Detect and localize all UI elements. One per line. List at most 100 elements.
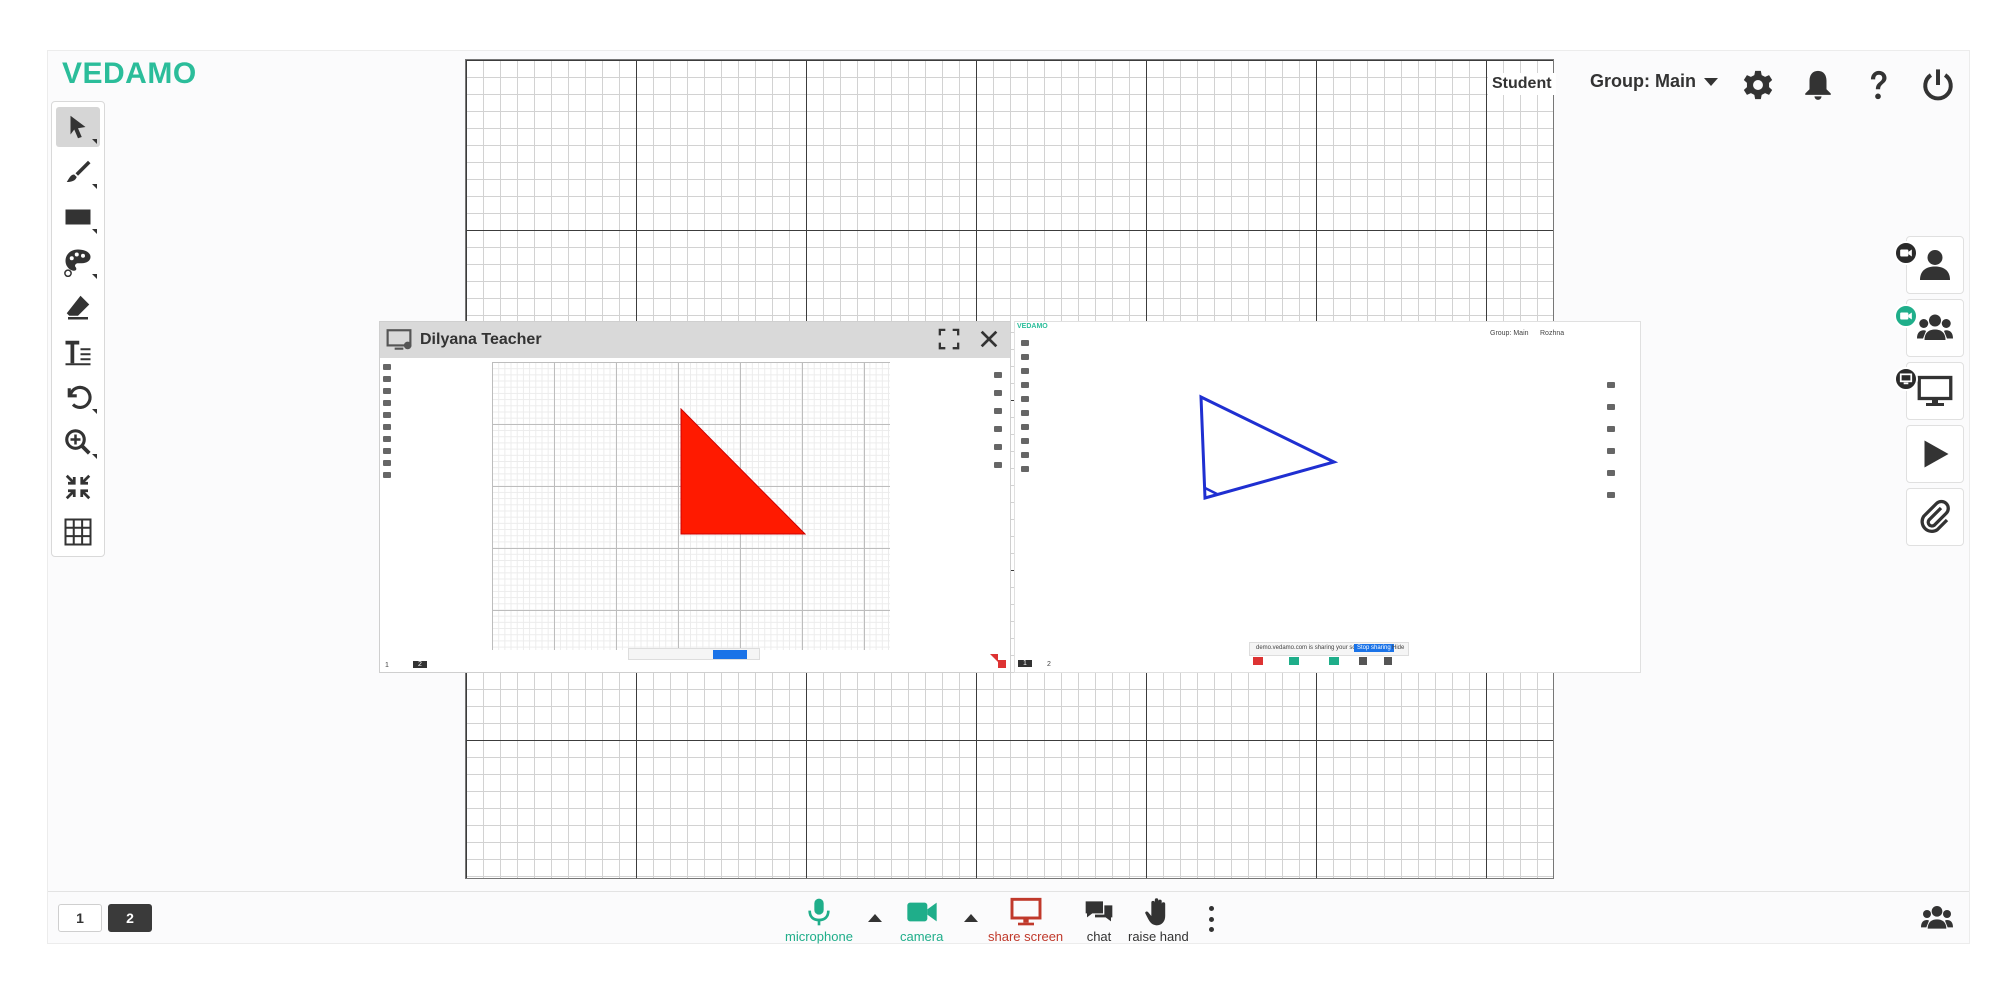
- help-button[interactable]: [1858, 65, 1898, 105]
- eraser-icon: [66, 295, 90, 320]
- mini-hide-button: Hide: [1392, 645, 1405, 651]
- gear-icon: [1743, 70, 1773, 100]
- red-triangle-shape: [680, 408, 806, 535]
- share-screen-label: share screen: [988, 929, 1064, 944]
- mini-sharing-bar-2: demo.vedamo.com is sharing your screen. …: [1249, 642, 1409, 656]
- undo-tool-button[interactable]: [56, 377, 100, 417]
- camera-label: camera: [900, 929, 944, 944]
- chat-button[interactable]: chat: [1080, 896, 1118, 944]
- monitor-icon: [1899, 373, 1913, 385]
- play-media-button[interactable]: [1906, 425, 1964, 483]
- notifications-button[interactable]: [1798, 65, 1838, 105]
- mini-stop-sharing-button: Stop sharing: [1354, 644, 1394, 652]
- users-icon: [1921, 906, 1953, 929]
- power-icon: [1923, 69, 1953, 101]
- mini-page-1b: 1: [1018, 660, 1032, 667]
- mini-logo: VEDAMO: [1017, 323, 1048, 330]
- draw-tool-button[interactable]: [56, 152, 100, 192]
- monitor-user-icon: [386, 329, 412, 350]
- share-screen-icon: [1010, 897, 1042, 926]
- video-icon: [1900, 312, 1912, 320]
- screen-share-window[interactable]: Dilyana Teacher 1 2: [379, 321, 1011, 673]
- microphone-icon: [808, 898, 830, 926]
- group-dropdown[interactable]: Group: Main: [1590, 71, 1718, 92]
- group-dropdown-label: Group: Main: [1590, 71, 1696, 91]
- palette-icon: [64, 249, 91, 277]
- bell-icon: [1805, 70, 1831, 100]
- monitor-icon: [1917, 375, 1953, 406]
- camera-badge-active: [1894, 304, 1918, 328]
- close-share-button[interactable]: [978, 328, 1000, 355]
- mini-bottom-bar: [1249, 657, 1409, 667]
- bottom-bar: 1 2 microphone camera share screen chat …: [48, 891, 1969, 944]
- video-camera-icon: [907, 902, 937, 922]
- question-icon: [1870, 70, 1887, 100]
- leave-button[interactable]: [1918, 65, 1958, 105]
- page-1-button[interactable]: 1: [58, 904, 102, 932]
- vedamo-logo: VEDAMO: [62, 57, 197, 90]
- text-tool-button[interactable]: [56, 332, 100, 372]
- blue-triangle-shape: [1199, 394, 1339, 500]
- camera-button[interactable]: camera: [900, 896, 943, 944]
- hand-icon: [1145, 898, 1166, 926]
- undo-icon: [67, 385, 92, 409]
- screen-share-window-2[interactable]: VEDAMO Group: Main Rozhna demo.vedamo.co…: [1014, 321, 1641, 673]
- fit-tool-button[interactable]: [56, 467, 100, 507]
- fullscreen-button[interactable]: [938, 328, 960, 355]
- mini-sharing-text: demo.vedamo.com is sharing your screen.: [1256, 645, 1370, 651]
- chat-icon: [1085, 901, 1113, 922]
- zoom-icon: [65, 429, 91, 455]
- rectangle-icon: [65, 209, 91, 225]
- select-tool-button[interactable]: [56, 107, 100, 147]
- eraser-tool-button[interactable]: [56, 287, 100, 327]
- settings-button[interactable]: [1738, 65, 1778, 105]
- grid-tool-button[interactable]: [56, 512, 100, 552]
- fullscreen-icon: [938, 328, 960, 350]
- share-screen-button[interactable]: share screen: [988, 896, 1063, 944]
- users-icon: [1917, 314, 1953, 340]
- screen-badge: [1894, 367, 1918, 391]
- mini-left-toolbar-2: [1021, 340, 1029, 472]
- paperclip-icon: [1920, 499, 1950, 533]
- screen-share-title: Dilyana Teacher: [420, 331, 542, 348]
- participants-button[interactable]: [1918, 902, 1956, 939]
- left-toolbar: [51, 101, 105, 557]
- app-window: VEDAMO Student Group: Main Dilyana Teach…: [47, 50, 1970, 944]
- mini-left-toolbar: [383, 364, 391, 478]
- video-icon: [1900, 249, 1912, 257]
- chevron-down-icon: [1704, 77, 1718, 86]
- role-label: Student: [1488, 73, 1556, 95]
- brush-icon: [66, 160, 91, 182]
- mini-role-label: Rozhna: [1540, 330, 1565, 337]
- cursor-icon: [70, 115, 86, 139]
- user-icon: [1920, 250, 1950, 280]
- mini-right-toolbar: [994, 372, 1002, 468]
- color-tool-button[interactable]: [56, 242, 100, 282]
- mini-page-1: 1: [385, 662, 389, 669]
- page-2-button[interactable]: 2: [108, 904, 152, 932]
- resize-handle-icon[interactable]: [990, 654, 1006, 668]
- raise-hand-label: raise hand: [1128, 929, 1189, 944]
- text-icon: [65, 340, 91, 366]
- camera-options-caret[interactable]: [964, 914, 978, 922]
- shapes-tool-button[interactable]: [56, 197, 100, 237]
- raise-hand-button[interactable]: raise hand: [1128, 896, 1189, 944]
- close-icon: [980, 330, 998, 348]
- microphone-options-caret[interactable]: [868, 914, 882, 922]
- screen-share-titlebar[interactable]: Dilyana Teacher: [380, 322, 1010, 358]
- play-icon: [1924, 440, 1949, 468]
- chat-label: chat: [1086, 929, 1112, 944]
- mini-sharing-bar: [628, 648, 760, 660]
- mini-page-2b: 2: [1047, 661, 1051, 668]
- microphone-button[interactable]: microphone: [785, 896, 853, 944]
- microphone-label: microphone: [785, 929, 853, 944]
- mini-page-2: 2: [413, 661, 427, 668]
- attachments-button[interactable]: [1906, 488, 1964, 546]
- mini-group-label: Group: Main: [1490, 330, 1529, 337]
- compress-icon: [65, 474, 91, 500]
- more-options-button[interactable]: [1208, 906, 1214, 932]
- grid-icon: [64, 518, 92, 546]
- camera-badge: [1894, 241, 1918, 265]
- zoom-tool-button[interactable]: [56, 422, 100, 462]
- mini-right-toolbar-2: [1607, 382, 1615, 498]
